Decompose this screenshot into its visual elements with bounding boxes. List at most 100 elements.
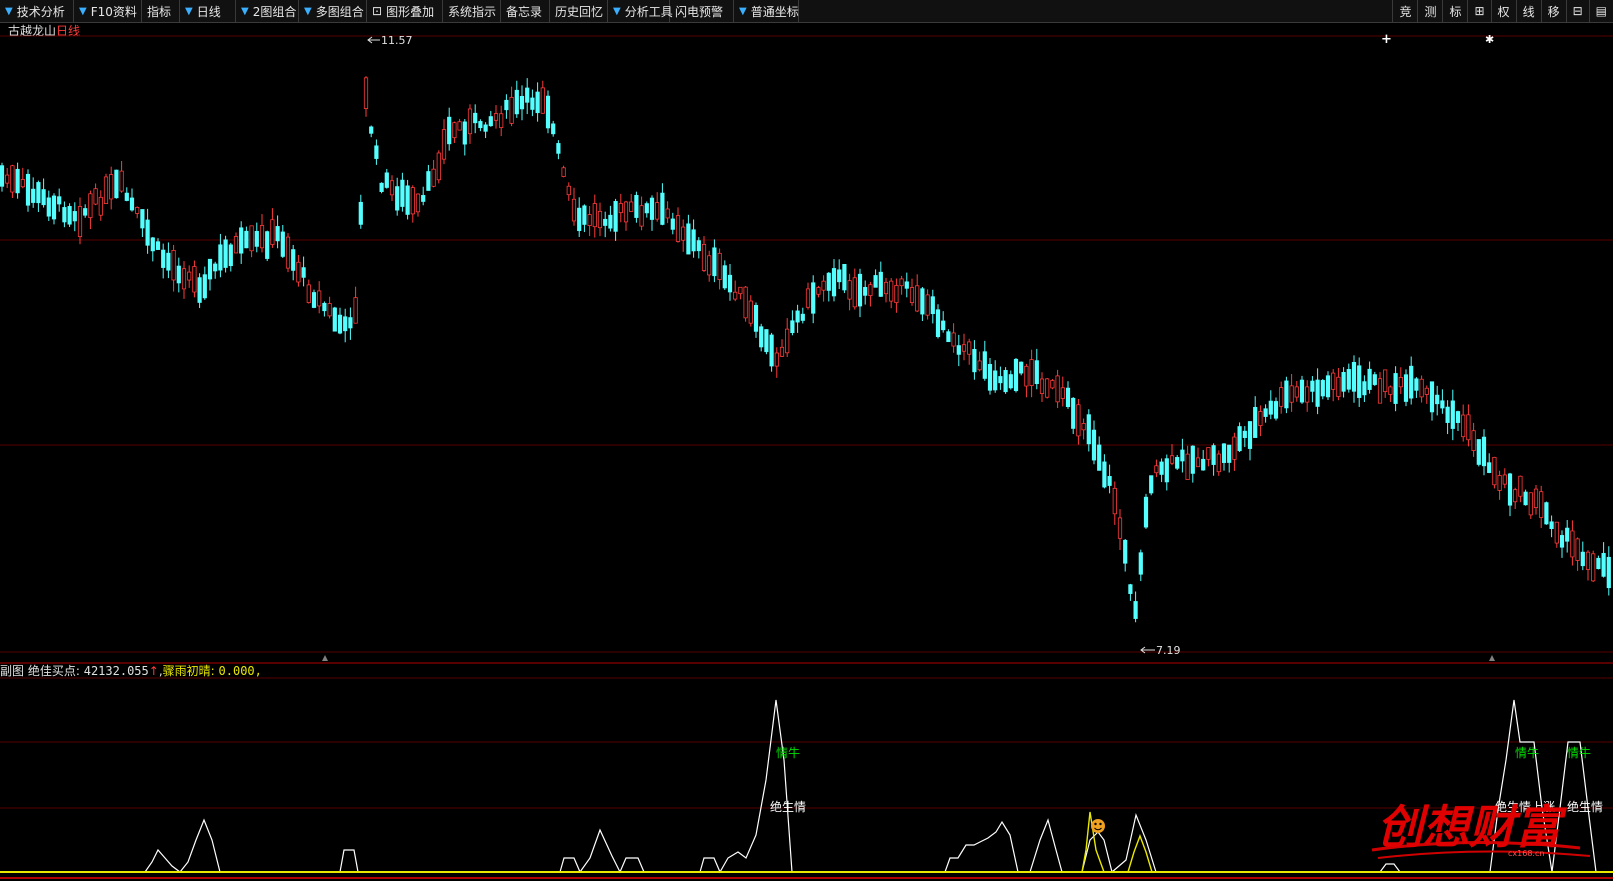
toolbar-button-label: 普通坐标 [750, 4, 799, 19]
toolbar-right-button[interactable]: 竞 [1392, 0, 1417, 22]
toolbar-button[interactable]: ▼ 日线 [180, 0, 236, 22]
candle-down [1211, 445, 1216, 465]
stock-name: 古越龙山 [8, 24, 57, 38]
scroll-marker-left[interactable] [322, 655, 328, 661]
candle-down [1123, 539, 1128, 564]
candle-down [1341, 372, 1346, 392]
candle-down [525, 87, 530, 103]
toolbar-right-button[interactable]: 测 [1417, 0, 1442, 22]
dropdown-arrow-icon[interactable]: ▼ [241, 6, 249, 17]
price-high-label: 11.57 [381, 34, 413, 47]
period-label[interactable]: 日线 [56, 24, 80, 38]
candle-down [275, 226, 280, 242]
candle-down [1393, 373, 1398, 404]
toolbar-button[interactable]: 备忘录 [501, 0, 550, 22]
toolbar-right-button[interactable]: ⊟ [1565, 0, 1589, 22]
watermark-sub: cx168.cn [1508, 849, 1544, 858]
plus-marker[interactable]: + [1381, 32, 1392, 47]
toolbar-button[interactable]: ▼ 2图组合 [236, 0, 299, 22]
toolbar-button[interactable]: ▼ 分析工具 [608, 0, 673, 22]
scroll-marker-right[interactable] [1489, 655, 1495, 661]
candle-up [894, 285, 899, 303]
candle-down [1227, 444, 1232, 463]
candle-up [618, 203, 623, 214]
indicator-name-2: 骤雨初晴: [162, 664, 215, 678]
candle-down [1299, 379, 1305, 403]
toolbar-right-button[interactable]: 标 [1442, 0, 1467, 22]
toolbar-button[interactable]: ▼ 普通坐标 [734, 0, 799, 22]
dropdown-arrow-icon[interactable]: ▼ [613, 6, 621, 17]
candle-down [1268, 400, 1273, 415]
candle-down [831, 268, 837, 297]
lock-icon[interactable]: ⊡ [372, 4, 382, 18]
candle-down [1019, 361, 1024, 374]
candle-down [556, 143, 561, 154]
candle-down [358, 201, 363, 225]
candle-up [883, 281, 889, 295]
candle-down [722, 265, 727, 289]
signal-label: 绝生情 [1567, 799, 1603, 814]
toolbar-button[interactable]: ⊡ 图形叠加 [367, 0, 443, 22]
candle-up [270, 219, 275, 245]
candle-up [847, 280, 852, 300]
candle-down [930, 296, 935, 315]
candle-up [1497, 475, 1502, 491]
toolbar-right-button[interactable]: 线 [1515, 0, 1541, 22]
toolbar-right-button[interactable]: 权 [1490, 0, 1516, 22]
candle-up [88, 193, 93, 219]
candle-down [202, 274, 207, 299]
dropdown-arrow-icon[interactable]: ▼ [5, 6, 13, 17]
candle-down [998, 376, 1003, 384]
toolbar-button[interactable]: ▼ 技术分析 [0, 0, 74, 22]
stock-title: 古越龙山日线 [8, 22, 80, 39]
dropdown-arrow-icon[interactable]: ▼ [185, 6, 193, 17]
candle-down [1175, 457, 1180, 469]
candle-up [1502, 474, 1507, 485]
candle-down [145, 219, 150, 246]
candle-down [634, 194, 639, 218]
dropdown-arrow-icon[interactable]: ▼ [304, 6, 312, 17]
candle-up [951, 332, 956, 347]
toolbar-button[interactable]: ▼ F10资料 [74, 0, 142, 22]
toolbar-right-button[interactable]: 移 [1540, 0, 1566, 22]
high-annotation: 11.57 [367, 34, 413, 47]
price-chart[interactable]: 11.57 7.19 + ✱ 情牛 绝生情 情牛 情牛 绝生情上涨 绝生情 创想… [0, 0, 1613, 881]
candle-down [790, 320, 795, 334]
candle-up [805, 288, 811, 308]
candle-up [1591, 553, 1596, 582]
toolbar-button[interactable]: ▼ 多图组合 [299, 0, 367, 22]
candle-down [379, 182, 384, 192]
candle-down [863, 286, 868, 296]
toolbar-right-button[interactable]: ▤ [1588, 0, 1613, 22]
candle-down [1487, 462, 1492, 473]
dropdown-arrow-icon[interactable]: ▼ [79, 6, 87, 17]
toolbar-button[interactable]: 历史回忆 [550, 0, 608, 22]
star-marker[interactable]: ✱ [1485, 33, 1494, 46]
candle-down [473, 112, 478, 124]
candle-down [972, 349, 977, 373]
candle-up [779, 346, 785, 357]
candle-down [311, 292, 317, 308]
panel-label[interactable]: 副图 [0, 664, 24, 678]
candle-up [748, 300, 753, 324]
main-grid [0, 35, 1613, 809]
candle-down [800, 313, 805, 321]
candle-down [129, 197, 135, 211]
candle-down [83, 208, 88, 216]
candle-down [348, 317, 353, 329]
candle-down [36, 182, 41, 204]
candle-down [1237, 426, 1242, 452]
dropdown-arrow-icon[interactable]: ▼ [739, 6, 747, 17]
toolbar-button[interactable]: 系统指示 [443, 0, 501, 22]
toolbar-right-button[interactable]: ⊞ [1467, 0, 1490, 22]
candle-down [670, 218, 675, 230]
price-low-label: 7.19 [1156, 644, 1181, 657]
candle-down [483, 124, 488, 132]
candle-down [530, 97, 535, 110]
candle-down [343, 316, 348, 332]
toolbar-button[interactable]: 闪电预警 [670, 0, 734, 22]
candle-down [1138, 552, 1143, 575]
candle-down [1435, 394, 1440, 405]
toolbar-button[interactable]: 指标 [142, 0, 180, 22]
toolbar-button-label: 分析工具 [624, 4, 673, 19]
